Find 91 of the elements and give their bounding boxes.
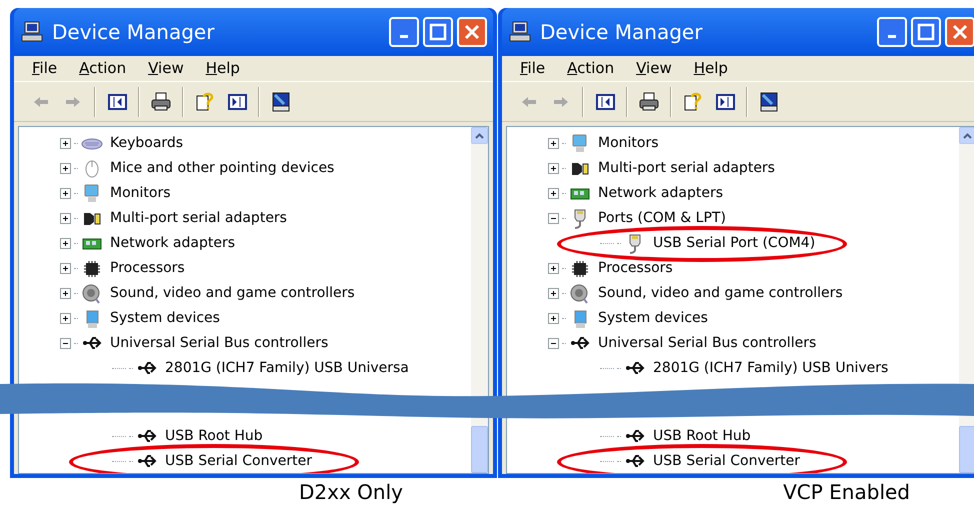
menu-item[interactable]: View	[636, 57, 672, 80]
expand-icon[interactable]	[548, 288, 559, 299]
minimize-icon	[399, 34, 409, 38]
tree-item[interactable]: Sound, video and game controllers	[110, 283, 355, 304]
collapse-icon[interactable]	[60, 338, 71, 349]
expand-icon[interactable]	[548, 188, 559, 199]
expand-icon[interactable]	[60, 163, 71, 174]
close-button[interactable]	[945, 17, 974, 47]
menu-item[interactable]: Action	[567, 57, 614, 80]
device-network-icon	[570, 188, 590, 200]
collapse-icon[interactable]	[548, 338, 559, 349]
menu-item[interactable]: File	[32, 57, 58, 80]
scroll-up-button[interactable]	[471, 127, 488, 144]
expand-icon[interactable]	[60, 263, 71, 274]
expand-icon[interactable]	[60, 138, 71, 149]
device-sound-icon	[570, 284, 590, 304]
tree-item[interactable]: Network adapters	[110, 233, 235, 254]
tree-item[interactable]: Ports (COM & LPT)	[598, 208, 726, 229]
tree-item[interactable]: Monitors	[598, 133, 659, 154]
tree-item[interactable]: System devices	[110, 308, 220, 329]
tree-item[interactable]: 2801G (ICH7 Family) USB Univers	[653, 358, 888, 379]
minimize-icon	[887, 34, 897, 38]
tree-item[interactable]: Processors	[110, 258, 185, 279]
maximize-button[interactable]	[423, 17, 453, 47]
tree-item[interactable]: 2801G (ICH7 Family) USB Universa	[165, 358, 409, 379]
menu-item[interactable]: File	[520, 57, 546, 80]
tree-item[interactable]: USB Serial Port (COM4)	[653, 233, 816, 254]
device-usb-icon	[625, 430, 645, 443]
tree-item[interactable]: Mice and other pointing devices	[110, 158, 334, 179]
tree-item[interactable]: USB Root Hub	[165, 426, 263, 447]
device-usb-icon	[625, 455, 645, 468]
tree-item[interactable]: Monitors	[110, 183, 171, 204]
expand-icon[interactable]	[60, 238, 71, 249]
menu-item[interactable]: Help	[206, 57, 240, 80]
expand-icon[interactable]	[548, 138, 559, 149]
caption: VCP Enabled	[783, 479, 910, 506]
expand-icon[interactable]	[548, 263, 559, 274]
device-usb-icon	[625, 362, 645, 375]
tree-item[interactable]: USB Root Hub	[653, 426, 751, 447]
expand-icon[interactable]	[60, 188, 71, 199]
scrollbar-thumb[interactable]	[471, 426, 488, 473]
device-usb-icon	[137, 362, 157, 375]
device-processor-icon	[570, 258, 590, 278]
expand-icon[interactable]	[60, 213, 71, 224]
device-keyboard-icon	[81, 138, 103, 150]
device-usb-icon	[82, 337, 102, 350]
expand-icon[interactable]	[548, 313, 559, 324]
collapse-icon[interactable]	[548, 213, 559, 224]
scroll-up-button[interactable]	[959, 127, 974, 144]
scrollbar-thumb[interactable]	[959, 426, 974, 473]
window-title: Device Manager	[52, 19, 214, 46]
help-icon[interactable]	[194, 90, 216, 112]
device-serial-icon	[571, 162, 589, 176]
device-serial-icon	[83, 212, 101, 226]
printer-icon[interactable]	[150, 90, 172, 112]
expand-icon[interactable]	[60, 288, 71, 299]
tree-item[interactable]: USB Serial Converter	[653, 451, 800, 472]
tree-item[interactable]: System devices	[598, 308, 708, 329]
tree-item[interactable]: Universal Serial Bus controllers	[598, 333, 816, 354]
device-processor-icon	[82, 258, 102, 278]
menu-item[interactable]: Help	[694, 57, 728, 80]
window-title: Device Manager	[540, 19, 702, 46]
tree-item[interactable]: Processors	[598, 258, 673, 279]
device-network-icon	[82, 238, 102, 250]
tree-item[interactable]: Sound, video and game controllers	[598, 283, 843, 304]
expand-icon[interactable]	[548, 163, 559, 174]
caption: D2xx Only	[299, 479, 403, 506]
tree-item[interactable]: Universal Serial Bus controllers	[110, 333, 328, 354]
menu-item[interactable]: Action	[79, 57, 126, 80]
caret-up-icon	[475, 132, 484, 138]
close-button[interactable]	[457, 17, 487, 47]
expand-icon[interactable]	[60, 313, 71, 324]
tree-item[interactable]: Multi-port serial adapters	[598, 158, 775, 179]
tree-item[interactable]: Multi-port serial adapters	[110, 208, 287, 229]
caret-up-icon	[963, 132, 972, 138]
help-icon[interactable]	[682, 90, 704, 112]
device-usb-icon	[137, 430, 157, 443]
tree-item[interactable]: USB Serial Converter	[165, 451, 312, 472]
menu-item[interactable]: View	[148, 57, 184, 80]
tree-item[interactable]: Network adapters	[598, 183, 723, 204]
device-sound-icon	[82, 284, 102, 304]
tree-item[interactable]: Keyboards	[110, 133, 184, 154]
maximize-button[interactable]	[911, 17, 941, 47]
scan-hardware-icon[interactable]	[270, 90, 292, 112]
device-usb-icon	[137, 455, 157, 468]
device-usb-icon	[570, 337, 590, 350]
minimize-button[interactable]	[389, 17, 419, 47]
minimize-button[interactable]	[877, 17, 907, 47]
scan-hardware-icon[interactable]	[758, 90, 780, 112]
printer-icon[interactable]	[638, 90, 660, 112]
device-mouse-icon	[85, 160, 99, 178]
